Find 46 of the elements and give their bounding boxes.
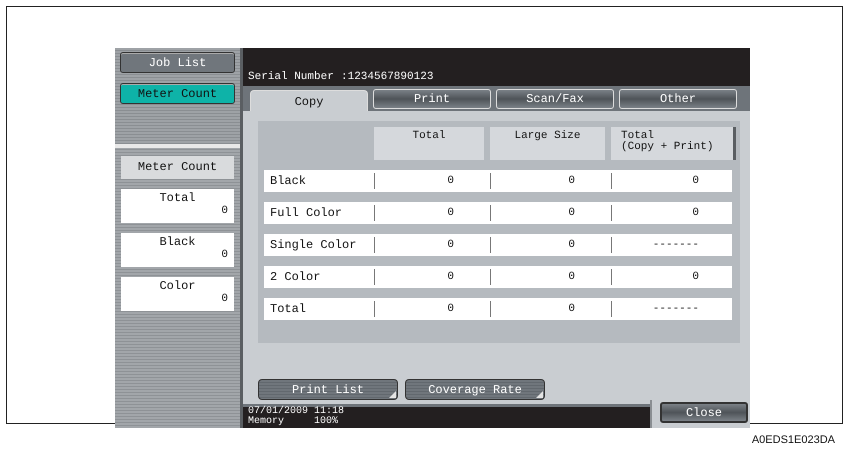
counter-value: 0 — [221, 205, 228, 217]
table-cell: ------- — [652, 303, 699, 316]
table-cell: 0 — [568, 207, 575, 220]
column-header: Large Size — [490, 127, 605, 160]
memory-value: 100% — [314, 417, 338, 427]
table-cell: ------- — [652, 239, 699, 252]
table-cell: 0 — [568, 175, 575, 188]
table-cell: 0 — [692, 175, 699, 188]
tab[interactable]: Other — [619, 89, 737, 110]
table-cell: 0 — [692, 271, 699, 284]
action-button[interactable]: Coverage Rate — [405, 379, 545, 400]
table-cell: 0 — [568, 239, 575, 252]
table-cell: 0 — [692, 207, 699, 220]
table-cell: 0 — [447, 207, 454, 220]
counter-value: 0 — [221, 293, 228, 305]
row-label: Total — [269, 302, 308, 316]
counter-label: Color — [158, 279, 196, 293]
serial-number-label: Serial Number — [248, 71, 335, 84]
table-cell: 0 — [447, 303, 454, 316]
column-header: Total — [374, 127, 484, 160]
close-button[interactable]: Close — [660, 402, 748, 424]
table-cell: 0 — [447, 239, 454, 252]
column-header: Total (Copy + Print) — [611, 127, 736, 160]
table-cell: 0 — [447, 271, 454, 284]
row-label: Black — [269, 174, 308, 188]
memory-label: Memory — [248, 417, 286, 427]
time-text: 11:18 — [314, 407, 344, 417]
row-label: Single Color — [269, 238, 358, 252]
serial-number-value: :1234567890123 — [341, 71, 434, 84]
table-cell: 0 — [568, 271, 575, 284]
table-cell: 0 — [447, 175, 454, 188]
counter-label: Black — [158, 235, 196, 249]
tab[interactable]: Print — [373, 89, 491, 110]
table-cell: 0 — [568, 303, 575, 316]
nav-button[interactable]: Meter Count — [120, 83, 235, 104]
tab[interactable]: Copy — [250, 90, 368, 112]
date-text: 07/01/2009 — [248, 407, 310, 417]
figure-code: A0EDS1E023DA — [752, 434, 835, 446]
row-label: 2 Color — [269, 270, 322, 284]
action-button[interactable]: Print List — [258, 379, 398, 400]
tab[interactable]: Scan/Fax — [496, 89, 614, 110]
counter-value: 0 — [221, 249, 228, 261]
row-label: Full Color — [269, 206, 344, 220]
counter-label: Total — [158, 191, 196, 205]
summary-title: Meter Count — [121, 156, 234, 179]
nav-button[interactable]: Job List — [120, 52, 235, 73]
